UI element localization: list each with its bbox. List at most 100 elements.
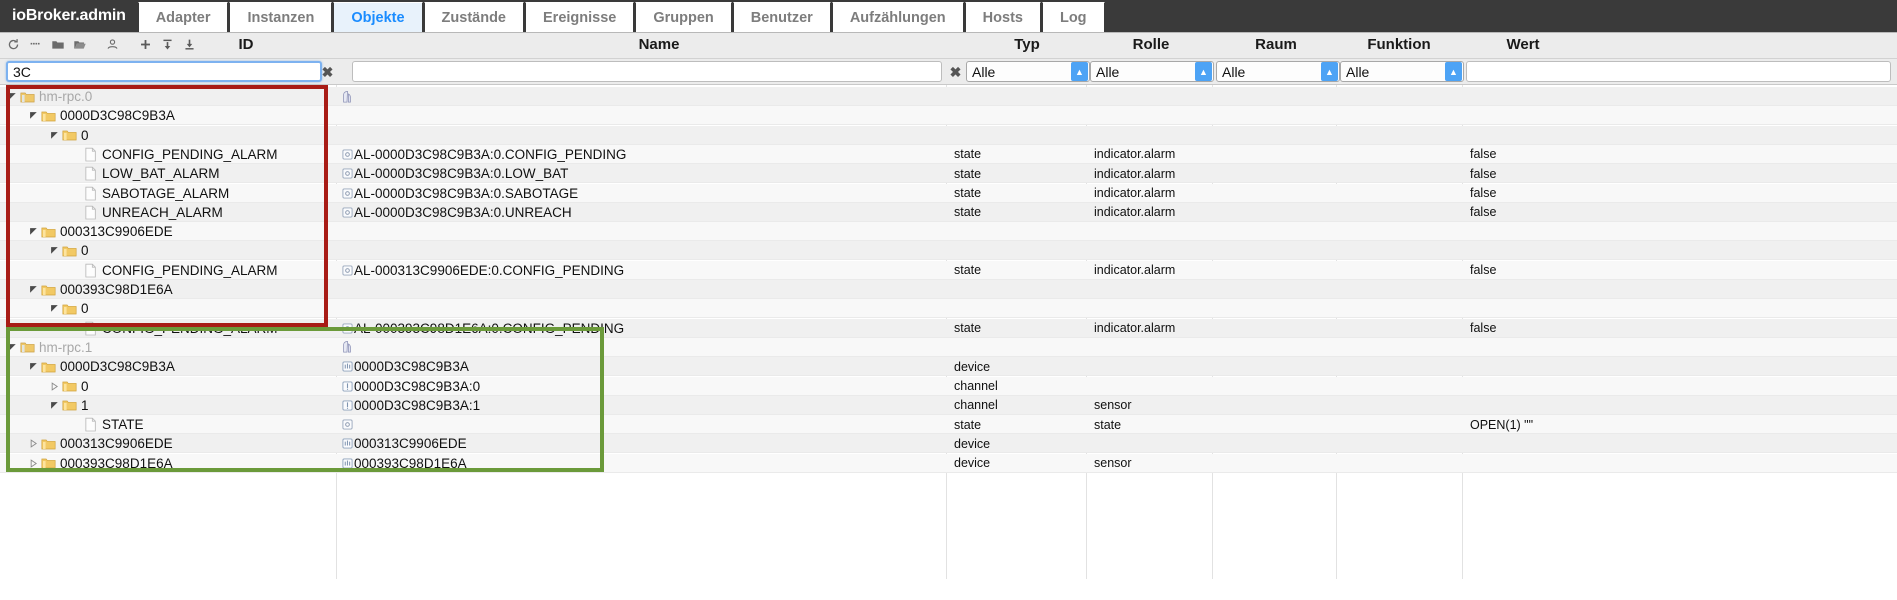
chevron-down-icon[interactable] <box>48 396 61 415</box>
table-row[interactable]: 0 <box>0 125 1897 145</box>
chevron-up-icon[interactable]: ▲ <box>1321 62 1338 81</box>
table-row[interactable]: SABOTAGE_ALARM AL-0000D3C98C9B3A:0.SABOTA… <box>0 183 1897 203</box>
chevron-down-icon[interactable] <box>6 338 19 357</box>
filter-raum-select[interactable]: Alle ▲ <box>1216 61 1340 82</box>
filter-typ-select[interactable]: Alle ▲ <box>966 61 1090 82</box>
tree-node[interactable]: SABOTAGE_ALARM <box>69 184 340 203</box>
tree-node[interactable]: 0 <box>48 299 340 318</box>
cell-name: 0000D3C98C9B3A:0 <box>340 377 950 396</box>
table-row[interactable]: UNREACH_ALARM AL-0000D3C98C9B3A:0.UNREACH… <box>0 202 1897 222</box>
app-brand: ioBroker.admin <box>0 0 138 32</box>
refresh-icon[interactable] <box>4 35 23 54</box>
table-row[interactable]: 0000D3C98C9B3A <box>0 106 1897 126</box>
column-header-id[interactable]: ID <box>166 36 326 53</box>
tab-log[interactable]: Log <box>1041 2 1105 32</box>
chevron-right-icon[interactable] <box>48 377 61 396</box>
tree-node[interactable]: 000393C98D1E6A <box>27 454 340 473</box>
table-row[interactable]: 1 0000D3C98C9B3A:1 channel sensor <box>0 395 1897 415</box>
cell-wert <box>1470 87 1895 106</box>
filter-wert-input[interactable] <box>1466 61 1891 82</box>
tree-node[interactable]: 000313C9906EDE <box>27 434 340 453</box>
tree-node[interactable]: 1 <box>48 396 340 415</box>
chevron-right-icon[interactable] <box>27 434 40 453</box>
tab-zust-nde[interactable]: Zustände <box>423 2 524 32</box>
tree-node[interactable]: hm-rpc.0 <box>6 87 340 106</box>
chevron-down-icon[interactable] <box>27 280 40 299</box>
cell-name: AL-0000D3C98C9B3A:0.CONFIG_PENDING <box>340 145 950 164</box>
chevron-up-icon[interactable]: ▲ <box>1071 62 1088 81</box>
tab-benutzer[interactable]: Benutzer <box>732 2 831 32</box>
tree-node-label: SABOTAGE_ALARM <box>102 185 230 201</box>
table-row[interactable]: CONFIG_PENDING_ALARM AL-000393C98D1E6A:0.… <box>0 318 1897 338</box>
folder-open-icon[interactable] <box>70 35 89 54</box>
tab-label: Ereignisse <box>543 9 617 26</box>
chevron-down-icon[interactable] <box>27 357 40 376</box>
chevron-down-icon[interactable] <box>48 241 61 260</box>
tree-node[interactable]: CONFIG_PENDING_ALARM <box>69 319 340 338</box>
chevron-right-icon[interactable] <box>27 454 40 473</box>
tree-node[interactable]: 000393C98D1E6A <box>27 280 340 299</box>
table-row[interactable]: CONFIG_PENDING_ALARM AL-0000D3C98C9B3A:0.… <box>0 144 1897 164</box>
filter-name-input[interactable] <box>352 61 942 82</box>
cell-rolle: indicator.alarm <box>1094 186 1176 200</box>
cell-funktion <box>1344 126 1470 145</box>
tab-hosts[interactable]: Hosts <box>964 2 1041 32</box>
table-row[interactable]: 0 <box>0 299 1897 319</box>
tree-node[interactable]: STATE <box>69 415 340 434</box>
tab-instanzen[interactable]: Instanzen <box>229 2 333 32</box>
add-icon[interactable] <box>136 35 155 54</box>
tree-node[interactable]: CONFIG_PENDING_ALARM <box>69 261 340 280</box>
table-row[interactable]: STATE state state OPEN(1) "" <box>0 415 1897 435</box>
tree-node[interactable]: 0 <box>48 377 340 396</box>
tree-node[interactable]: CONFIG_PENDING_ALARM <box>69 145 340 164</box>
filter-id-clear-icon[interactable]: ✖ <box>320 63 335 80</box>
cell-typ: device <box>954 456 991 471</box>
user-icon[interactable] <box>103 35 122 54</box>
tree-node[interactable]: UNREACH_ALARM <box>69 203 340 222</box>
table-row[interactable]: LOW_BAT_ALARM AL-0000D3C98C9B3A:0.LOW_BAT… <box>0 164 1897 184</box>
chevron-down-icon[interactable] <box>48 126 61 145</box>
filter-funktion-select[interactable]: Alle ▲ <box>1340 61 1464 82</box>
chevron-down-icon[interactable] <box>48 299 61 318</box>
objects-table[interactable]: hm-rpc.0 0000D3C98C9B3A 0 CONFIG_PENDING_AL… <box>0 85 1897 600</box>
state-icon <box>340 164 354 183</box>
table-row[interactable]: hm-rpc.0 <box>0 87 1897 106</box>
column-header-name[interactable]: Name <box>579 36 739 53</box>
tree-node[interactable]: 0000D3C98C9B3A <box>27 106 340 125</box>
table-row[interactable]: 000313C9906EDE <box>0 222 1897 242</box>
column-header-wert[interactable]: Wert <box>1443 36 1603 53</box>
cell-name: 000313C9906EDE <box>340 434 950 453</box>
table-row[interactable]: 0 <box>0 241 1897 261</box>
table-row[interactable]: 000393C98D1E6A <box>0 280 1897 299</box>
tree-node[interactable]: 0 <box>48 126 340 145</box>
chevron-down-icon[interactable] <box>27 222 40 241</box>
table-row[interactable]: 000313C9906EDE 000313C9906EDE device <box>0 434 1897 454</box>
table-row[interactable]: 0 0000D3C98C9B3A:0 channel <box>0 376 1897 396</box>
cell-rolle <box>1094 299 1220 318</box>
chevron-down-icon[interactable] <box>6 87 19 106</box>
folder-closed-icon[interactable] <box>48 35 67 54</box>
tree-node[interactable]: 000313C9906EDE <box>27 222 340 241</box>
file-icon <box>82 145 99 164</box>
table-row[interactable]: 000393C98D1E6A 000393C98D1E6A device sensor <box>0 453 1897 473</box>
tab-gruppen[interactable]: Gruppen <box>635 2 732 32</box>
chevron-down-icon[interactable] <box>27 106 40 125</box>
tab-ereignisse[interactable]: Ereignisse <box>525 2 635 32</box>
table-row[interactable]: CONFIG_PENDING_ALARM AL-000313C9906EDE:0.… <box>0 260 1897 280</box>
tree-node[interactable]: hm-rpc.1 <box>6 338 340 357</box>
filter-id-input[interactable] <box>6 61 322 82</box>
chevron-up-icon[interactable]: ▲ <box>1445 62 1462 81</box>
tree-node[interactable]: 0 <box>48 241 340 260</box>
tree-node[interactable]: 0000D3C98C9B3A <box>27 357 340 376</box>
filter-rolle-select[interactable]: Alle ▲ <box>1090 61 1214 82</box>
filter-name-clear-icon[interactable]: ✖ <box>948 63 963 80</box>
cell-wert <box>1470 222 1895 241</box>
tab-adapter[interactable]: Adapter <box>137 2 229 32</box>
tab-aufz-hlungen[interactable]: Aufzählungen <box>831 2 964 32</box>
table-row[interactable]: hm-rpc.1 <box>0 337 1897 357</box>
chevron-up-icon[interactable]: ▲ <box>1195 62 1212 81</box>
tree-node[interactable]: LOW_BAT_ALARM <box>69 164 340 183</box>
table-row[interactable]: 0000D3C98C9B3A 0000D3C98C9B3A device <box>0 357 1897 377</box>
tab-objekte[interactable]: Objekte <box>333 2 423 32</box>
collapse-all-icon[interactable] <box>26 35 45 54</box>
